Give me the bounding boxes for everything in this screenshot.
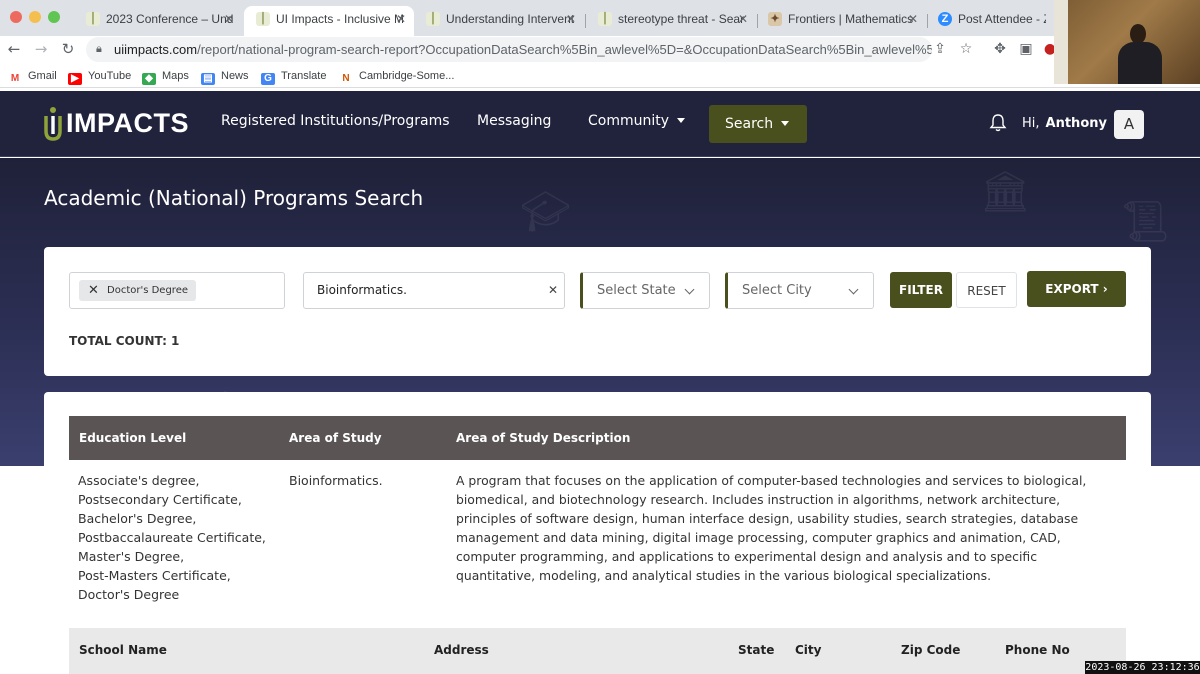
gmail-icon: M (10, 73, 20, 84)
site-header: IMPACTS Registered Institutions/Programs… (0, 91, 1200, 157)
nav-registered-institutions[interactable]: Registered Institutions/Programs (221, 113, 450, 129)
caret-down-icon (677, 118, 686, 123)
ui-logo-icon: ⏐ (598, 12, 612, 26)
close-tab-icon[interactable]: ✕ (908, 6, 918, 32)
bookmark-translate[interactable]: G Translate (261, 68, 326, 85)
close-tab-icon[interactable]: ✕ (224, 6, 234, 32)
url-field[interactable]: 🔒︎ uiimpacts.com/report/national-program… (86, 37, 932, 62)
user-greeting: Hi, Anthony (1022, 116, 1107, 131)
chevron-down-icon (848, 284, 859, 295)
column-header: Area of Study Description (456, 431, 631, 445)
graduation-cap-icon: 🎓︎ (520, 189, 571, 235)
caret-down-icon (781, 121, 790, 126)
zoom-icon: Z (938, 12, 952, 26)
state-select[interactable]: Select State (580, 272, 710, 309)
bookmark-news[interactable]: ▤ News (201, 68, 249, 85)
area-of-study-input[interactable]: Bioinformatics. ✕ (303, 272, 565, 309)
bookmark-star-icon[interactable]: ☆ (956, 39, 976, 59)
bookmark-gmail[interactable]: M Gmail (8, 68, 57, 85)
results-card: Education Level Area of Study Area of St… (44, 392, 1151, 674)
clear-icon[interactable]: ✕ (548, 273, 558, 308)
browser-tab[interactable]: ⏐ Understanding Intervent ✕ (414, 6, 584, 36)
close-window-button[interactable] (10, 11, 22, 23)
recording-timestamp: 2023-08-26 23:12:36 (1085, 661, 1200, 674)
browser-tab-active[interactable]: ⏐ UI Impacts - Inclusive M ✕ (244, 6, 414, 36)
filter-button[interactable]: FILTER (890, 272, 952, 308)
side-panel-icon[interactable]: ▣ (1016, 39, 1036, 59)
reload-icon[interactable]: ↻ (58, 39, 78, 59)
browser-tab[interactable]: ⏐ stereotype threat - Sear ✕ (586, 6, 756, 36)
nav-community[interactable]: Community (588, 113, 686, 129)
area-of-study-cell: Bioinformatics. (289, 473, 383, 488)
reset-button[interactable]: RESET (956, 272, 1017, 308)
education-level-chip: ✕ Doctor's Degree (79, 280, 197, 301)
bookmarks-bar: M Gmail ▶ YouTube ◆ Maps ▤ News G Translate N… (0, 64, 1200, 88)
ui-logo-icon: ⏐ (256, 12, 270, 26)
school-table-header: School Name Address State City Zip Code … (69, 628, 1126, 674)
close-tab-icon[interactable]: ✕ (396, 6, 406, 32)
diploma-icon: 📜︎ (1120, 199, 1171, 245)
filter-card: ✕ Doctor's Degree Bioinformatics. ✕ Sele… (44, 247, 1151, 376)
news-icon: ▤ (201, 73, 215, 85)
nav-messaging[interactable]: Messaging (477, 113, 551, 129)
video-thumbnail (1054, 0, 1200, 84)
close-tab-icon[interactable]: ✕ (566, 6, 576, 32)
share-icon[interactable]: ⇪ (930, 39, 950, 59)
bookmark-cambridge[interactable]: N Cambridge-Some... (339, 68, 454, 85)
search-menu-button[interactable]: Search (709, 105, 807, 143)
ui-logo-mark (44, 107, 62, 141)
extensions-icon[interactable]: ✥ (990, 39, 1010, 59)
user-avatar[interactable]: A (1114, 110, 1144, 139)
total-count: TOTAL COUNT: 1 (69, 334, 180, 348)
page-title: Academic (National) Programs Search (44, 186, 424, 210)
remove-chip-icon[interactable]: ✕ (88, 280, 99, 301)
browser-tab[interactable]: Z Post Attendee - Zoom (926, 6, 1054, 36)
column-header: Address (434, 643, 489, 657)
bell-icon[interactable] (988, 113, 1008, 133)
bookmark-maps[interactable]: ◆ Maps (142, 68, 189, 85)
minimize-window-button[interactable] (29, 11, 41, 23)
bookmark-youtube[interactable]: ▶ YouTube (68, 68, 131, 85)
maps-icon: ◆ (142, 73, 156, 85)
program-table-header: Education Level Area of Study Area of St… (69, 416, 1126, 460)
column-header: School Name (79, 643, 167, 657)
column-header: Phone No (1005, 643, 1070, 657)
column-header: Area of Study (289, 431, 382, 445)
browser-tab[interactable]: ✦ Frontiers | Mathematics ✕ (756, 6, 926, 36)
maximize-window-button[interactable] (48, 11, 60, 23)
address-bar: ← → ↻ 🔒︎ uiimpacts.com/report/national-p… (0, 36, 1200, 64)
frontiers-icon: ✦ (768, 12, 782, 26)
chevron-down-icon (684, 284, 695, 295)
youtube-icon: ▶ (68, 73, 82, 85)
forward-arrow-icon[interactable]: → (31, 39, 51, 59)
close-tab-icon[interactable]: ✕ (738, 6, 748, 32)
column-header: Education Level (79, 431, 187, 445)
ui-logo-icon: ⏐ (86, 12, 100, 26)
education-level-select[interactable]: ✕ Doctor's Degree (69, 272, 285, 309)
chevron-right-icon: › (1102, 282, 1108, 296)
cambridge-icon: N (342, 73, 350, 84)
ui-logo-icon: ⏐ (426, 12, 440, 26)
back-arrow-icon[interactable]: ← (4, 39, 24, 59)
column-header: Zip Code (901, 643, 961, 657)
building-icon: 🏛︎ (980, 169, 1031, 215)
column-header: State (738, 643, 775, 657)
education-level-cell: Associate's degree, Postsecondary Certif… (78, 473, 266, 602)
column-header: City (795, 643, 822, 657)
browser-tab-bar: ⏐ 2023 Conference – Und ✕ ⏐ UI Impacts -… (0, 0, 1200, 36)
city-select[interactable]: Select City (725, 272, 874, 309)
translate-icon: G (261, 73, 275, 85)
lock-icon: 🔒︎ (96, 43, 102, 55)
area-description-cell: A program that focuses on the applicatio… (456, 473, 1087, 583)
browser-tab[interactable]: ⏐ 2023 Conference – Und ✕ (74, 6, 242, 36)
export-button[interactable]: EXPORT › (1027, 271, 1126, 307)
